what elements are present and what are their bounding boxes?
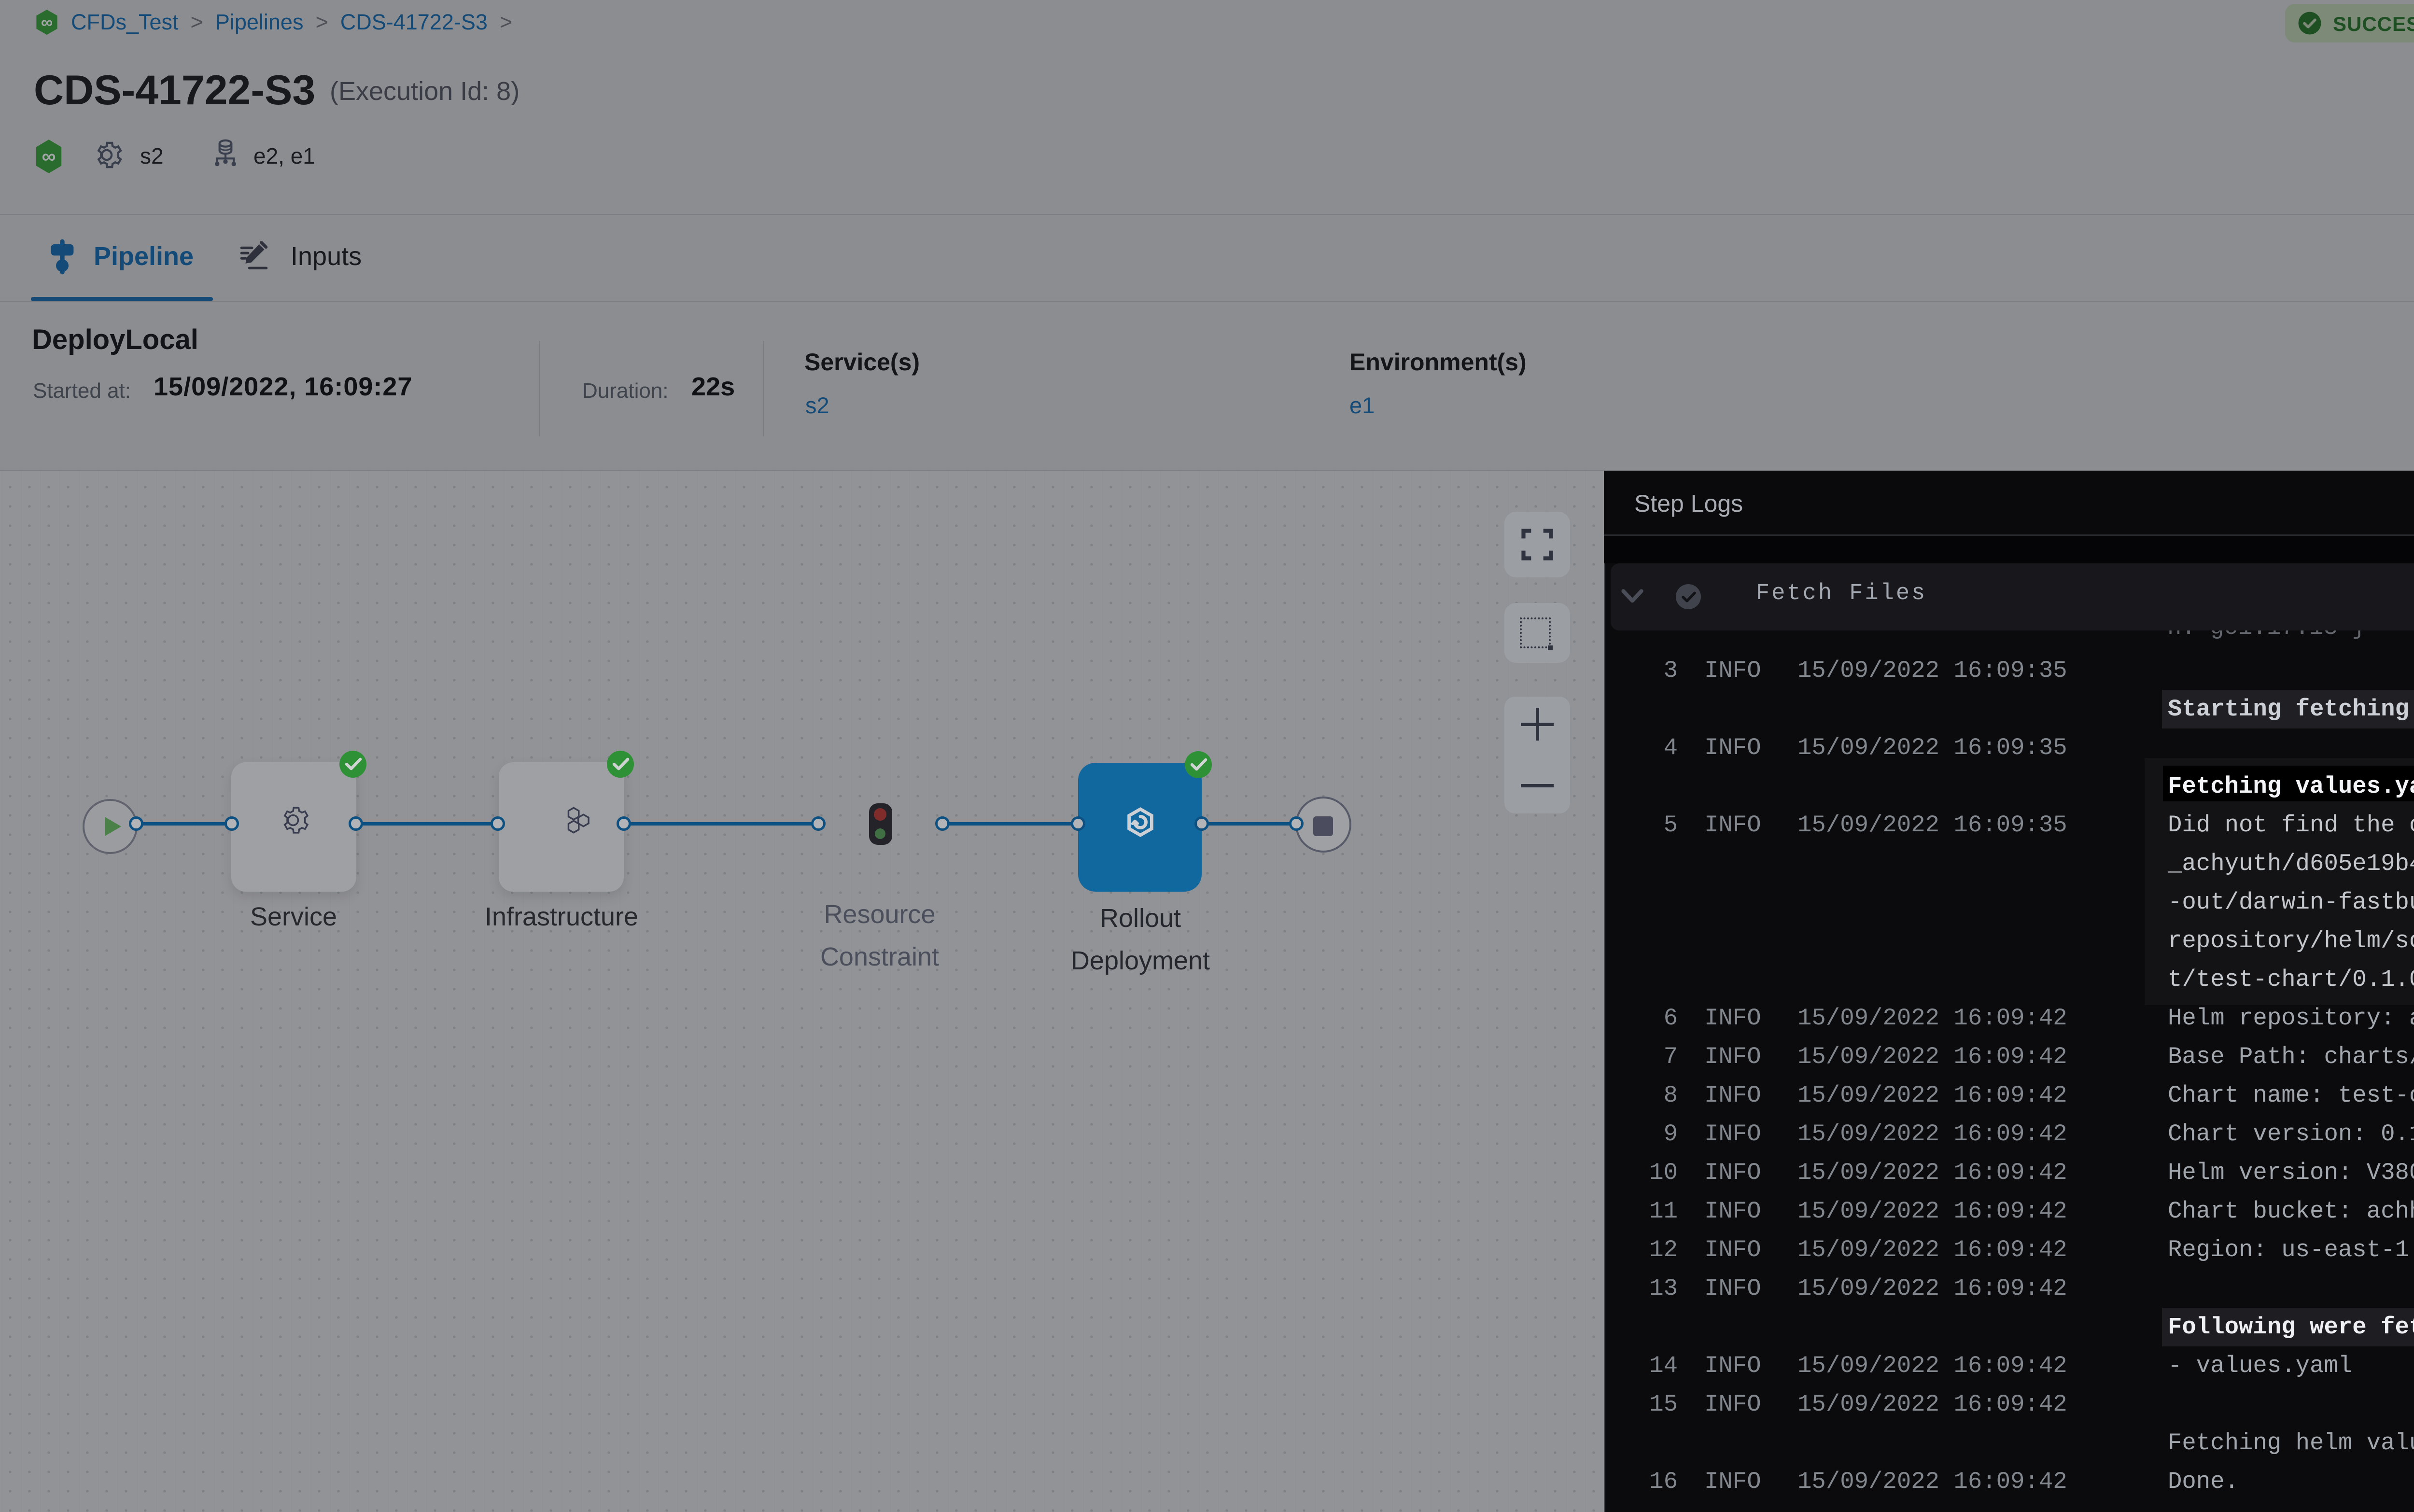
svg-text:∞: ∞ xyxy=(41,14,53,32)
svg-text:∞: ∞ xyxy=(42,145,56,168)
